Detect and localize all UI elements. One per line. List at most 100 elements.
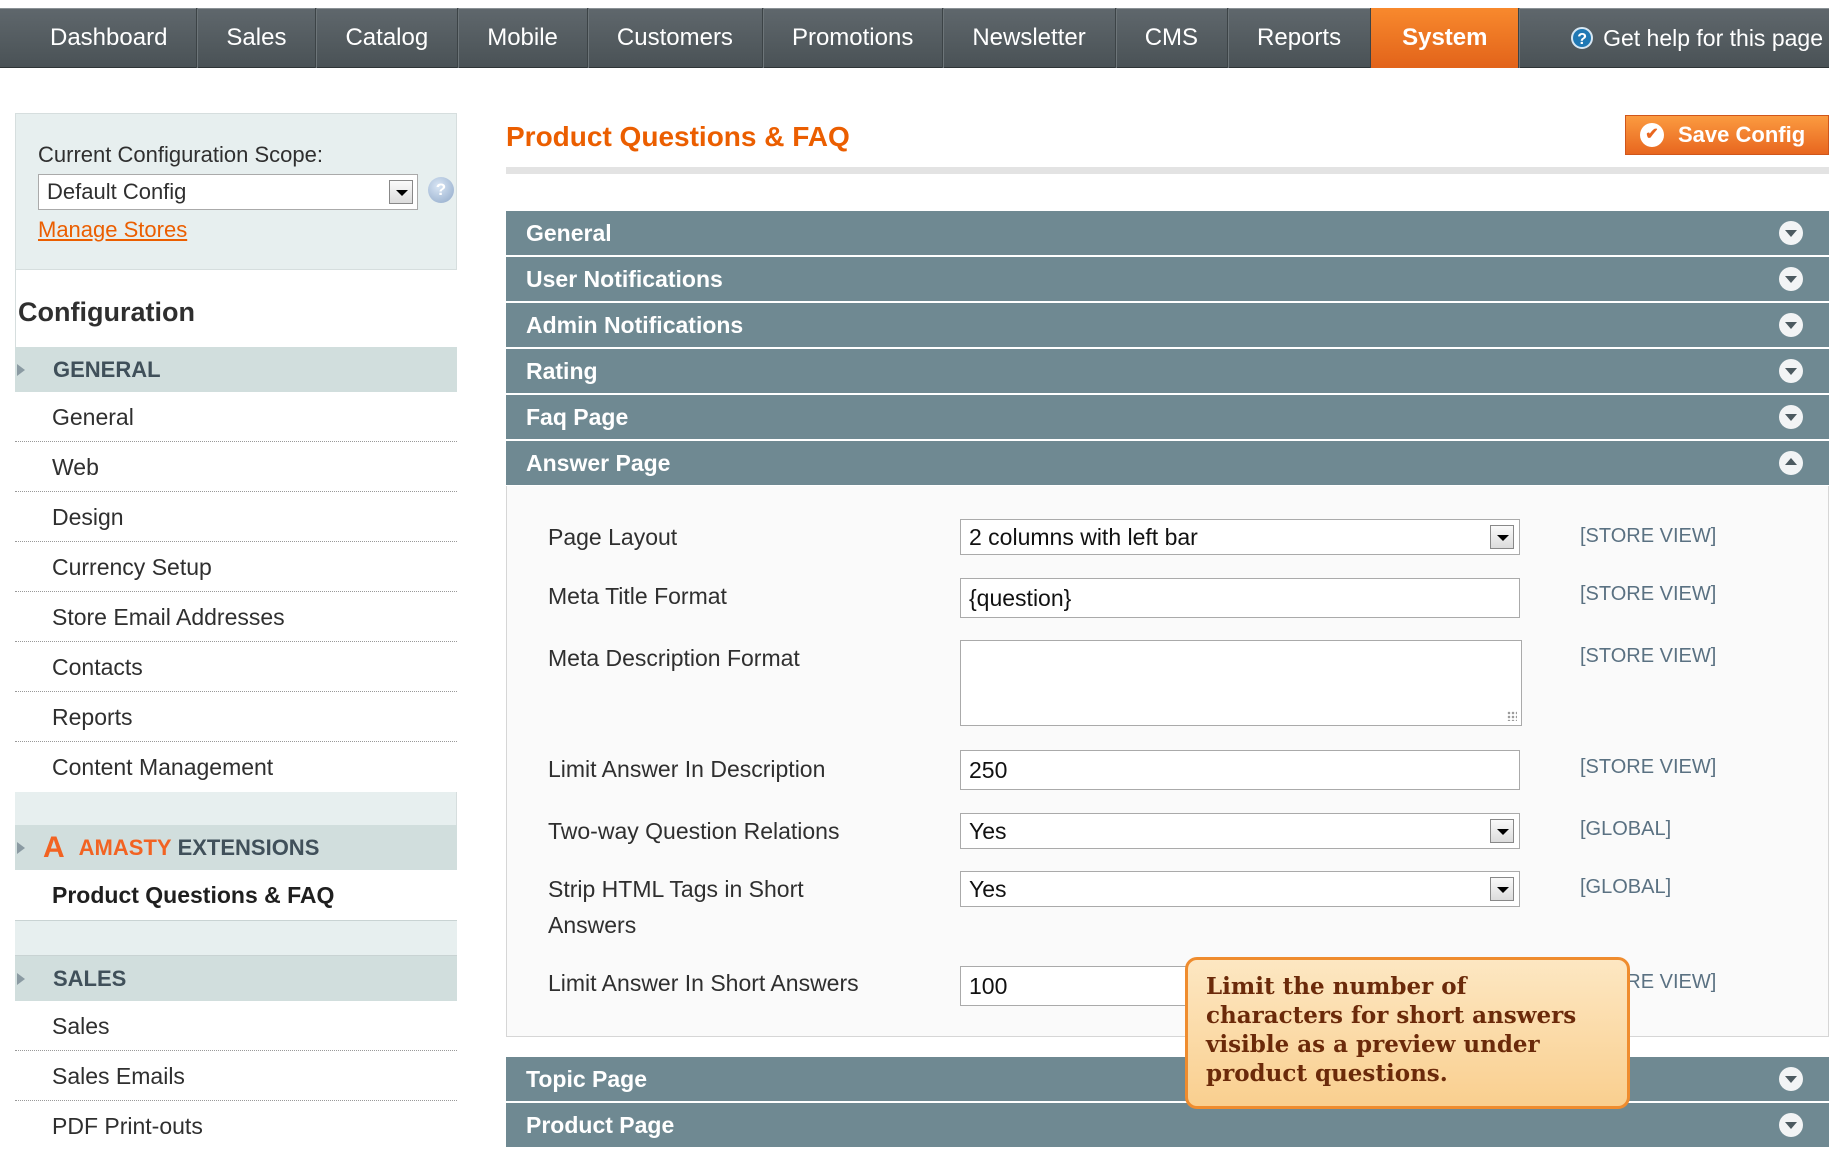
sidebar-section-amasty[interactable]: A AMASTY EXTENSIONS [15,825,457,870]
section-label: GENERAL [53,356,161,382]
section-bar-general[interactable]: General [506,211,1829,255]
chevron-down-icon[interactable] [1490,819,1514,843]
sidebar-item-product-questions-faq[interactable]: Product Questions & FAQ [15,870,457,920]
section-bar-label: Topic Page [526,1066,647,1092]
scope-selected-value: Default Config [47,179,187,204]
limit-description-input[interactable]: 250 [960,750,1520,790]
title-divider [506,167,1829,174]
scope-badge: [GLOBAL] [1580,818,1672,840]
help-link[interactable]: ? Get help for this page [1571,8,1829,68]
strip-html-value: Yes [969,876,1007,902]
nav-newsletter[interactable]: Newsletter [943,8,1116,68]
section-bar-user-notifications[interactable]: User Notifications [506,257,1829,301]
expand-icon[interactable] [1779,405,1803,429]
expand-icon[interactable] [1779,221,1803,245]
callout-tooltip: Limit the number of characters for short… [1185,957,1630,1109]
sidebar-section-sales[interactable]: SALES [15,956,457,1001]
sidebar-item-content-management[interactable]: Content Management [15,742,457,792]
sales-nav-list: Sales Sales Emails PDF Print-outs [15,1001,457,1151]
section-bar-label: Rating [526,358,598,384]
section-bar-answer-page[interactable]: Answer Page [506,441,1829,485]
expand-icon[interactable] [1779,1113,1803,1137]
nav-reports[interactable]: Reports [1228,8,1372,68]
scope-badge: [STORE VIEW] [1580,583,1717,605]
strip-html-label-line1: Strip HTML Tags in Short [548,876,804,902]
nav-dashboard[interactable]: Dashboard [0,8,198,68]
scope-box: Current Configuration Scope: Default Con… [15,113,457,270]
scope-select[interactable]: Default Config [38,174,418,210]
chevron-down-icon[interactable] [1490,525,1514,549]
sidebar-item-store-email-addresses[interactable]: Store Email Addresses [15,592,457,642]
expand-arrow-icon [17,972,25,985]
resize-grip-icon[interactable] [1507,711,1517,721]
field-label-limit-short-answers: Limit Answer In Short Answers [548,970,859,996]
scope-badge: [GLOBAL] [1580,876,1672,898]
chevron-down-icon[interactable] [1490,877,1514,901]
save-config-label: Save Config [1678,122,1806,147]
sidebar-item-general[interactable]: General [15,392,457,442]
help-icon[interactable]: ? [428,177,454,203]
nav-cms[interactable]: CMS [1116,8,1229,68]
save-config-button[interactable]: ✔ Save Config [1625,115,1829,155]
section-bar-label: General [526,220,612,246]
nav-sales[interactable]: Sales [197,8,317,68]
help-icon: ? [1571,27,1594,49]
page-layout-select[interactable]: 2 columns with left bar [960,519,1520,555]
strip-html-label-line2: Answers [548,912,637,938]
meta-description-textarea[interactable] [960,640,1522,726]
section-bar-label: Admin Notifications [526,312,744,338]
sidebar-section-general[interactable]: GENERAL [15,347,457,392]
nav-catalog[interactable]: Catalog [316,8,459,68]
expand-icon[interactable] [1779,313,1803,337]
section-bar-admin-notifications[interactable]: Admin Notifications [506,303,1829,347]
scope-badge: [STORE VIEW] [1580,645,1717,667]
two-way-value: Yes [969,818,1007,844]
field-label-limit-description: Limit Answer In Description [548,756,826,782]
meta-title-input[interactable]: {question} [960,578,1520,618]
nav-promotions[interactable]: Promotions [763,8,944,68]
section-bar-topic-page[interactable]: Topic Page [506,1057,1829,1101]
sidebar-item-reports[interactable]: Reports [15,692,457,742]
two-way-relations-select[interactable]: Yes [960,813,1520,849]
section-bar-label: User Notifications [526,266,723,292]
expand-icon[interactable] [1779,267,1803,291]
nav-customers[interactable]: Customers [588,8,763,68]
scope-label: Current Configuration Scope: [38,142,323,167]
section-bar-faq-page[interactable]: Faq Page [506,395,1829,439]
field-label-meta-title: Meta Title Format [548,583,727,609]
nav-mobile[interactable]: Mobile [458,8,588,68]
scope-badge: [STORE VIEW] [1580,525,1717,547]
sidebar-item-web[interactable]: Web [15,442,457,492]
field-label-two-way-relations: Two-way Question Relations [548,818,840,844]
sidebar-item-sales-emails[interactable]: Sales Emails [15,1051,457,1101]
section-bar-label: Answer Page [526,450,671,476]
field-label-strip-html: Strip HTML Tags in Short Answers [548,871,804,943]
collapse-icon[interactable] [1779,451,1803,475]
expand-arrow-icon [17,363,25,376]
section-bar-product-page[interactable]: Product Page [506,1103,1829,1147]
expand-arrow-icon [17,841,25,854]
scope-badge: [STORE VIEW] [1580,756,1717,778]
field-label-page-layout: Page Layout [548,524,678,550]
sidebar-item-design[interactable]: Design [15,492,457,542]
section-bar-rating[interactable]: Rating [506,349,1829,393]
sidebar-item-contacts[interactable]: Contacts [15,642,457,692]
expand-icon[interactable] [1779,1067,1803,1091]
sidebar-item-sales[interactable]: Sales [15,1001,457,1051]
sidebar-item-pdf-print-outs[interactable]: PDF Print-outs [15,1101,457,1151]
chevron-down-icon[interactable] [389,180,413,204]
amasty-word: AMASTY [78,834,172,860]
strip-html-select[interactable]: Yes [960,871,1520,907]
page-title: Product Questions & FAQ [506,121,850,152]
section-label: SALES [53,965,127,991]
configuration-tab: Configuration [15,270,457,347]
general-nav-list: General Web Design Currency Setup Store … [15,392,457,792]
sidebar-item-currency-setup[interactable]: Currency Setup [15,542,457,592]
sidebar-spacer [15,920,457,956]
amasty-logo-icon: A [43,830,65,864]
configuration-title: Configuration [18,297,195,327]
nav-system[interactable]: System [1371,8,1520,68]
expand-icon[interactable] [1779,359,1803,383]
manage-stores-link[interactable]: Manage Stores [38,217,187,243]
callout-text: Limit the number of characters for short… [1206,973,1577,1087]
